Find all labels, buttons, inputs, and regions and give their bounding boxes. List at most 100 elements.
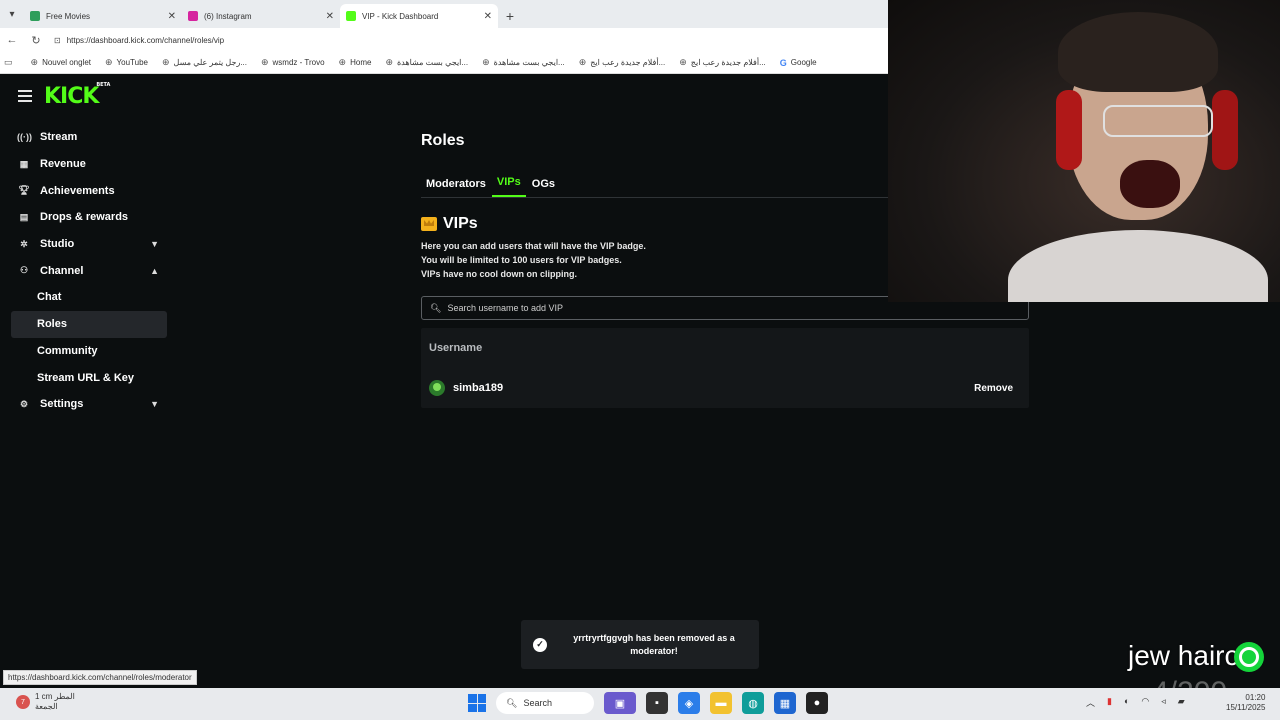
section-title-text: VIPs [443, 215, 478, 232]
site-info-icon[interactable]: ⊡ [54, 36, 61, 45]
sidebar-item-drops-rewards[interactable]: ▤ Drops & rewards [11, 204, 167, 231]
close-icon[interactable]: ✕ [168, 11, 176, 22]
sidebar-item-label: Chat [37, 291, 62, 304]
sidebar-item-label: Roles [37, 318, 67, 331]
sidebar-item-revenue[interactable]: ▦ Revenue [11, 151, 167, 178]
file-explorer-icon[interactable]: ▬ [710, 692, 732, 714]
taskbar-search[interactable]: 🔍︎ Search [496, 692, 594, 714]
tab-ogs[interactable]: OGs [527, 178, 560, 197]
stream-icon: ((·)) [17, 132, 32, 143]
bookmark-label: Nouvel onglet [42, 58, 91, 67]
sidebar-item-settings[interactable]: ⚙ Settings ▼ [11, 391, 167, 418]
beta-badge: BETA [96, 81, 111, 88]
globe-icon: ⊕ [161, 57, 170, 67]
bookmark-label: Home [350, 58, 372, 67]
battery-icon[interactable]: ▰ [1178, 696, 1185, 709]
trophy-icon: 🏆︎ [18, 185, 30, 196]
globe-icon: ⊕ [30, 57, 39, 67]
widgets-icon[interactable]: ▣ [604, 692, 636, 714]
microsoft-store-icon[interactable]: ▦ [774, 692, 796, 714]
drops-icon: ▤ [19, 211, 29, 222]
bookmark-label: Google [790, 58, 817, 67]
instagram-favicon-icon [188, 11, 198, 21]
sidebar-item-label: Community [37, 344, 98, 357]
avatar[interactable] [429, 380, 445, 396]
sidebar-item-community[interactable]: Community [11, 338, 167, 365]
close-icon[interactable]: ✕ [326, 11, 334, 22]
bookmark-item[interactable]: ⊕ ايجي بست مشاهدة... [482, 57, 565, 68]
crown-icon [421, 217, 437, 231]
bookmark-item[interactable]: ⊕ أفلام جديدة رعب ايج... [579, 57, 666, 68]
sidebar-item-channel[interactable]: ⚇ Channel ▲ [11, 257, 167, 284]
task-view-icon[interactable]: ▪ [646, 692, 668, 714]
toast-notification: ✓ yrrtryrtfggvgh has been removed as a m… [521, 620, 759, 669]
username[interactable]: simba189 [453, 382, 974, 394]
weather-icon: 7 [16, 695, 30, 709]
link-preview-status: https://dashboard.kick.com/channel/roles… [3, 670, 197, 685]
tab-vips[interactable]: VIPs [491, 176, 526, 197]
system-clock[interactable]: 01:20 15/11/2025 [1226, 693, 1265, 713]
vip-table: Username simba189 Remove [421, 328, 1029, 408]
back-arrow-icon[interactable]: ← [0, 28, 24, 52]
edge-browser-icon[interactable]: ◍ [742, 692, 764, 714]
role-tabs: Moderators VIPs OGs [421, 174, 888, 198]
browser-tab-instagram[interactable]: (6) Instagram ✕ [182, 4, 340, 28]
weather-line: 1 cm المطر [35, 692, 75, 701]
sidebar-item-label: Revenue [40, 158, 86, 171]
bookmark-item[interactable]: ⊕ Nouvel onglet [31, 57, 91, 68]
headphone-right [1212, 90, 1238, 170]
taskbar-search-label: Search [523, 698, 552, 708]
sidebar-item-label: Achievements [40, 184, 115, 197]
remove-button[interactable]: Remove [974, 383, 1013, 394]
tab-list-icon[interactable]: ▾ [0, 0, 24, 28]
new-tab-button[interactable]: + [498, 4, 522, 28]
sidebar-item-studio[interactable]: ✲ Studio ▼ [11, 231, 167, 258]
sidebar-item-stream-url-key[interactable]: Stream URL & Key [11, 364, 167, 391]
sidebar-item-label: Channel [40, 264, 84, 277]
bookmark-item[interactable]: ⊕ رجل يتمر علي مسل... [162, 57, 247, 68]
close-icon[interactable]: ✕ [484, 11, 492, 22]
tray-app-icon[interactable]: ▮ [1107, 696, 1112, 709]
sidebar-item-achievements[interactable]: 🏆︎ Achievements [11, 177, 167, 204]
stream-goal-icon [1234, 642, 1264, 672]
bookmark-label: أفلام جديدة رعب ايج... [690, 58, 766, 67]
menu-icon[interactable] [18, 90, 32, 102]
browser-tab-kick-dashboard[interactable]: VIP - Kick Dashboard ✕ [340, 4, 498, 28]
sidebar-item-roles[interactable]: Roles [11, 310, 167, 338]
volume-icon[interactable]: ◃ [1161, 696, 1166, 709]
sidebar-item-chat[interactable]: Chat [11, 284, 167, 311]
search-input[interactable] [447, 303, 1028, 313]
chevron-up-icon[interactable]: ︿ [1086, 696, 1095, 709]
bookmark-item[interactable]: ⊕ أفلام جديدة رعب ايج... [679, 57, 766, 68]
webcam-hair [1058, 12, 1218, 92]
reload-icon[interactable]: ↻ [24, 28, 48, 52]
channel-icon: ⚇ [19, 265, 29, 276]
search-icon: 🔍︎ [430, 302, 442, 313]
wifi-icon[interactable]: ◠ [1141, 696, 1149, 709]
windows-start-icon[interactable] [468, 694, 486, 712]
tab-label: (6) Instagram [204, 11, 252, 21]
sidebar-item-label: Studio [40, 238, 75, 251]
bookmark-item[interactable]: ⊕ Home [339, 57, 372, 68]
tab-search-icon[interactable]: ▭ [4, 57, 17, 68]
weather-widget[interactable]: 7 1 cm المطر الجمعة [16, 692, 75, 712]
copilot-icon[interactable]: ◈ [678, 692, 700, 714]
bookmark-item[interactable]: ⊕ wsmdz - Trovo [261, 57, 325, 68]
browser-tab-free-movies[interactable]: Free Movies ✕ [24, 4, 182, 28]
logo-text: KICK [44, 83, 99, 109]
tray-app-icon[interactable]: ◐ [1124, 696, 1129, 709]
obs-icon[interactable]: ● [806, 692, 828, 714]
url-field[interactable]: ⊡ https://dashboard.kick.com/channel/rol… [54, 31, 888, 49]
globe-icon: ⊕ [338, 57, 347, 67]
bookmark-item[interactable]: ⊕ ايجي بست مشاهدة... [385, 57, 468, 68]
tab-moderators[interactable]: Moderators [421, 178, 491, 197]
sidebar-item-stream[interactable]: ((·)) Stream [11, 124, 167, 151]
bookmark-label: أفلام جديدة رعب ايج... [590, 58, 666, 67]
globe-icon: ⊕ [385, 57, 393, 67]
globe-icon: ⊕ [679, 57, 687, 67]
kick-logo[interactable]: KICK BETA [44, 82, 110, 109]
bookmark-item[interactable]: ⊕ YouTube [105, 57, 148, 68]
webcam-overlay [888, 0, 1280, 302]
bookmark-item[interactable]: G Google [780, 58, 817, 68]
address-bar: ← ↻ ⊡ https://dashboard.kick.com/channel… [0, 28, 888, 52]
